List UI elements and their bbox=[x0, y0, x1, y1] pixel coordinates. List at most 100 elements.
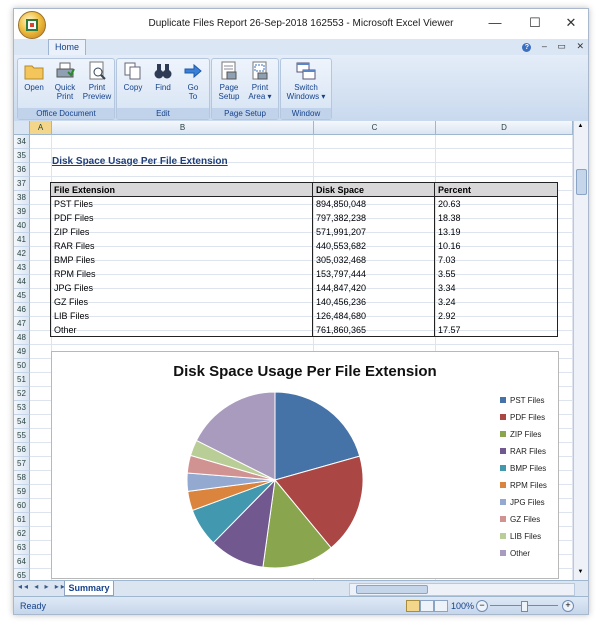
table-cell[interactable]: 761,860,365 bbox=[313, 323, 435, 337]
select-all-corner[interactable] bbox=[14, 121, 30, 135]
table-cell[interactable]: 571,991,207 bbox=[313, 225, 435, 239]
table-header-cell[interactable]: Percent bbox=[435, 183, 559, 197]
column-header-a[interactable]: A bbox=[30, 121, 52, 135]
open-button[interactable]: Open bbox=[21, 61, 47, 92]
row-header[interactable]: 50 bbox=[14, 359, 30, 373]
table-cell[interactable]: 144,847,420 bbox=[313, 281, 435, 295]
row-header[interactable]: 36 bbox=[14, 163, 30, 177]
row-header[interactable]: 47 bbox=[14, 317, 30, 331]
table-cell[interactable]: BMP Files bbox=[51, 253, 313, 267]
table-cell[interactable]: 18.38 bbox=[435, 211, 559, 225]
page-setup-button[interactable]: Page Setup bbox=[215, 61, 243, 101]
row-header[interactable]: 58 bbox=[14, 471, 30, 485]
column-header-c[interactable]: C bbox=[314, 121, 436, 135]
sheet-nav-arrows-icon[interactable]: ◂◂ ◂ ▸ ▸▸ bbox=[18, 582, 67, 591]
pie-chart[interactable]: Disk Space Usage Per File Extension PST … bbox=[51, 351, 559, 579]
normal-view-icon[interactable] bbox=[406, 600, 420, 612]
scroll-down-icon[interactable]: ▼ bbox=[576, 569, 585, 578]
help-icon[interactable]: ? bbox=[522, 43, 532, 52]
row-header[interactable]: 49 bbox=[14, 345, 30, 359]
row-header[interactable]: 51 bbox=[14, 373, 30, 387]
table-cell[interactable]: 153,797,444 bbox=[313, 267, 435, 281]
print-area-button[interactable]: Print Area ▾ bbox=[245, 61, 275, 101]
table-cell[interactable]: 305,032,468 bbox=[313, 253, 435, 267]
maximize-button[interactable]: ☐ bbox=[520, 13, 550, 33]
zoom-slider-thumb[interactable] bbox=[521, 601, 528, 612]
find-button[interactable]: Find bbox=[150, 61, 176, 92]
zoom-in-icon[interactable]: + bbox=[562, 600, 574, 612]
table-cell[interactable]: 894,850,048 bbox=[313, 197, 435, 211]
table-cell[interactable]: GZ Files bbox=[51, 295, 313, 309]
table-cell[interactable]: 2.92 bbox=[435, 309, 559, 323]
row-header[interactable]: 59 bbox=[14, 485, 30, 499]
go-to-button[interactable]: Go To bbox=[180, 61, 206, 101]
quick-print-button[interactable]: Quick Print bbox=[51, 61, 79, 101]
row-header[interactable]: 63 bbox=[14, 541, 30, 555]
row-header[interactable]: 48 bbox=[14, 331, 30, 345]
ribbon-minimize-icon[interactable]: – bbox=[542, 41, 547, 51]
table-cell[interactable]: RPM Files bbox=[51, 267, 313, 281]
row-header[interactable]: 57 bbox=[14, 457, 30, 471]
switch-windows-button[interactable]: Switch Windows ▾ bbox=[284, 61, 328, 101]
column-header-d[interactable]: D bbox=[436, 121, 573, 135]
horizontal-scroll-thumb[interactable] bbox=[356, 585, 428, 594]
scroll-up-icon[interactable]: ▲ bbox=[576, 123, 585, 132]
tab-home[interactable]: Home bbox=[48, 39, 86, 56]
table-cell[interactable]: 3.34 bbox=[435, 281, 559, 295]
table-cell[interactable]: 20.63 bbox=[435, 197, 559, 211]
table-cell[interactable]: PST Files bbox=[51, 197, 313, 211]
copy-button[interactable]: Copy bbox=[120, 61, 146, 92]
row-header[interactable]: 39 bbox=[14, 205, 30, 219]
table-cell[interactable]: Other bbox=[51, 323, 313, 337]
table-cell[interactable]: PDF Files bbox=[51, 211, 313, 225]
table-cell[interactable]: 797,382,238 bbox=[313, 211, 435, 225]
row-header[interactable]: 43 bbox=[14, 261, 30, 275]
worksheet[interactable]: A B C D 34 35 36 37 38 39 40 41 42 43 44 45 46 47 48 49… bbox=[14, 121, 588, 580]
row-header[interactable]: 34 bbox=[14, 135, 30, 149]
ribbon-close-icon[interactable]: ✕ bbox=[576, 41, 584, 51]
ribbon-restore-icon[interactable]: ▭ bbox=[557, 41, 566, 51]
row-header[interactable]: 53 bbox=[14, 401, 30, 415]
table-cell[interactable]: 7.03 bbox=[435, 253, 559, 267]
row-header[interactable]: 45 bbox=[14, 289, 30, 303]
table-header-cell[interactable]: File Extension bbox=[51, 183, 313, 197]
row-header[interactable]: 46 bbox=[14, 303, 30, 317]
table-cell[interactable]: JPG Files bbox=[51, 281, 313, 295]
sheet-tab-summary[interactable]: Summary bbox=[64, 581, 114, 596]
table-cell[interactable]: 17.57 bbox=[435, 323, 559, 337]
row-header[interactable]: 61 bbox=[14, 513, 30, 527]
vertical-scrollbar[interactable]: ▲ ▼ bbox=[573, 121, 588, 580]
table-cell[interactable]: 3.55 bbox=[435, 267, 559, 281]
table-header-cell[interactable]: Disk Space bbox=[313, 183, 435, 197]
row-header[interactable]: 65 bbox=[14, 569, 30, 580]
table-cell[interactable]: LIB Files bbox=[51, 309, 313, 323]
row-header[interactable]: 62 bbox=[14, 527, 30, 541]
minimize-button[interactable]: — bbox=[480, 13, 510, 33]
table-cell[interactable]: RAR Files bbox=[51, 239, 313, 253]
table-cell[interactable]: 440,553,682 bbox=[313, 239, 435, 253]
table-cell[interactable]: 10.16 bbox=[435, 239, 559, 253]
column-header-b[interactable]: B bbox=[52, 121, 314, 135]
row-header[interactable]: 40 bbox=[14, 219, 30, 233]
row-header[interactable]: 52 bbox=[14, 387, 30, 401]
row-header[interactable]: 60 bbox=[14, 499, 30, 513]
row-header[interactable]: 37 bbox=[14, 177, 30, 191]
horizontal-scrollbar[interactable] bbox=[349, 583, 575, 596]
close-button[interactable]: ✕ bbox=[556, 13, 586, 33]
table-cell[interactable]: 13.19 bbox=[435, 225, 559, 239]
row-header[interactable]: 54 bbox=[14, 415, 30, 429]
vertical-scroll-thumb[interactable] bbox=[576, 169, 587, 195]
print-preview-button[interactable]: Print Preview bbox=[81, 61, 113, 101]
row-header[interactable]: 42 bbox=[14, 247, 30, 261]
row-header[interactable]: 41 bbox=[14, 233, 30, 247]
table-cell[interactable]: 126,484,680 bbox=[313, 309, 435, 323]
table-cell[interactable]: ZIP Files bbox=[51, 225, 313, 239]
row-header[interactable]: 64 bbox=[14, 555, 30, 569]
table-cell[interactable]: 3.24 bbox=[435, 295, 559, 309]
table-cell[interactable]: 140,456,236 bbox=[313, 295, 435, 309]
row-header[interactable]: 35 bbox=[14, 149, 30, 163]
row-header[interactable]: 56 bbox=[14, 443, 30, 457]
row-header[interactable]: 38 bbox=[14, 191, 30, 205]
zoom-out-icon[interactable]: − bbox=[476, 600, 488, 612]
page-layout-view-icon[interactable] bbox=[420, 600, 434, 612]
